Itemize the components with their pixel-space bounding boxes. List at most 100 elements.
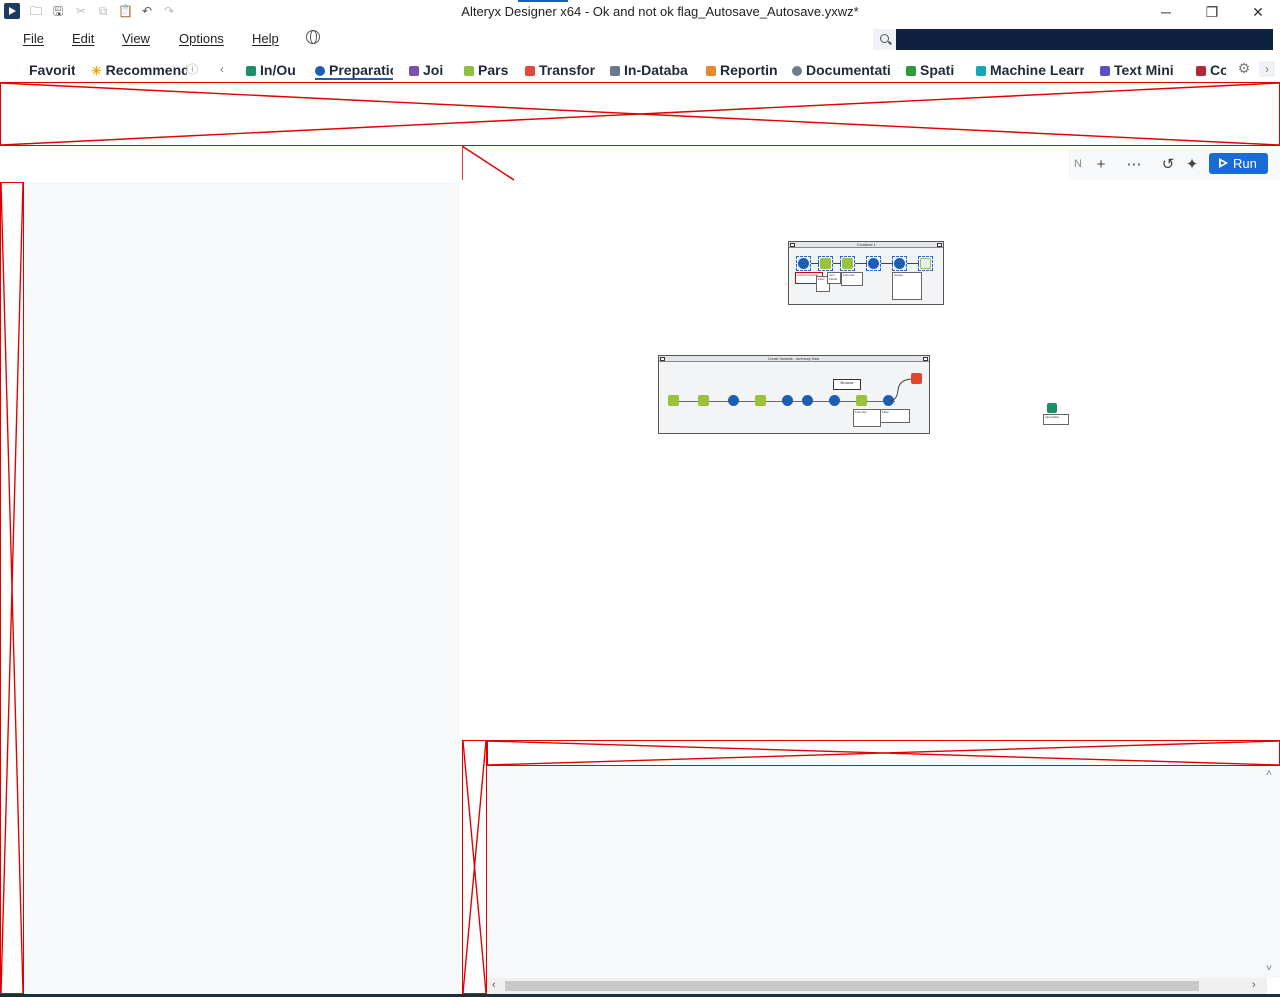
scroll-right-button[interactable]: › <box>1252 979 1256 991</box>
magic-wand-icon[interactable]: ✦ <box>1181 155 1203 175</box>
palette-tab[interactable]: Pars <box>464 60 508 80</box>
palette-tab-icon <box>906 66 916 76</box>
palette-tab-icon <box>525 66 535 76</box>
palette-tab-icon <box>792 66 802 76</box>
canvas-corner-placeholder <box>462 146 515 181</box>
close-button[interactable]: ✕ <box>1235 0 1280 24</box>
tool-annotation: Formula: <box>853 409 881 427</box>
menu-options[interactable]: Options <box>179 31 224 46</box>
add-button[interactable]: + <box>1090 155 1112 175</box>
workflow-container[interactable]: Container 1 Cannot read file Filter: Joi… <box>788 241 944 305</box>
tool-node-icon[interactable] <box>668 395 679 406</box>
tool-annotation: Formula: <box>841 272 863 286</box>
gear-icon[interactable]: ⚙ <box>1236 60 1252 76</box>
tool-annotation: Input Data <box>1043 414 1069 425</box>
title-bar: 🗀 🖫 ✂ ⧉ 📋 ↶ ↷ Alteryx Designer x64 - Ok … <box>0 0 1280 24</box>
palette-tab[interactable]: Spati <box>906 60 958 80</box>
palette-tab[interactable]: In/Ou <box>246 60 298 80</box>
palette-next-button[interactable]: › <box>1259 61 1275 77</box>
palette-tab-label: Documentati <box>806 62 891 78</box>
tool-node-icon[interactable] <box>842 258 853 269</box>
palette-prev-button[interactable]: ‹ <box>214 61 230 77</box>
menu-view[interactable]: View <box>122 31 150 46</box>
search-bar[interactable] <box>873 29 1273 50</box>
window-title: Alteryx Designer x64 - Ok and not ok fla… <box>461 4 859 19</box>
search-icon-area <box>873 29 896 50</box>
scroll-left-button[interactable]: ‹ <box>492 979 496 991</box>
results-header-placeholder <box>487 740 1280 766</box>
palette-tab-icon <box>315 66 325 76</box>
palette-tab-label: Reportin <box>720 62 778 78</box>
history-icon[interactable]: ↺ <box>1157 155 1179 175</box>
workflow-canvas[interactable]: Container 1 Cannot read file Filter: Joi… <box>462 146 1280 740</box>
tool-node-icon[interactable] <box>856 395 867 406</box>
tool-node-icon[interactable] <box>868 258 879 269</box>
tool-node-icon[interactable] <box>894 258 905 269</box>
scroll-down-button[interactable]: ˅ <box>1266 963 1272 974</box>
active-tab-indicator <box>518 0 568 2</box>
container-collapse-icon[interactable] <box>660 357 665 361</box>
menu-edit[interactable]: Edit <box>72 31 94 46</box>
configuration-panel <box>24 182 460 994</box>
container-header: Container 1 <box>789 242 943 248</box>
container-close-icon[interactable] <box>923 357 928 361</box>
tool-annotation: Output <box>892 272 922 300</box>
canvas-toolbar-truncated-label: N <box>1074 158 1082 170</box>
palette-tab[interactable]: Documentati <box>792 60 892 80</box>
palette-tab[interactable]: In-Databa <box>610 60 690 80</box>
container-close-icon[interactable] <box>937 243 942 247</box>
palette-tab-label: Transfor <box>539 62 595 78</box>
palette-tab[interactable]: Text Mini <box>1100 60 1178 80</box>
input-tool-icon[interactable] <box>1047 403 1057 413</box>
palette-tab-label: Preparatio <box>329 62 393 78</box>
results-panel <box>487 766 1280 978</box>
workflow-container[interactable]: Create Variants - Inventory Data Browse … <box>658 355 930 434</box>
more-options-button[interactable]: ⋯ <box>1123 155 1145 175</box>
container-title: Create Variants - Inventory Data <box>768 356 820 361</box>
palette-tab[interactable]: Machine Learr <box>976 60 1084 80</box>
container-header: Create Variants - Inventory Data <box>659 356 929 362</box>
results-sidebar-placeholder <box>462 740 487 994</box>
palette-tab-label: Pars <box>478 62 508 78</box>
palette-tab-label: In-Databa <box>624 62 688 78</box>
menu-help[interactable]: Help <box>252 31 279 46</box>
globe-icon[interactable] <box>306 30 320 44</box>
tool-node-icon[interactable] <box>728 395 739 406</box>
tool-annotation: Join Fields <box>827 272 841 284</box>
tool-node-icon[interactable] <box>798 258 809 269</box>
tool-palette: Favorit ☀ Recommend ⓘ In/Ou Preparatio Joi… <box>0 56 1280 82</box>
canvas-toolbar: N + ⋯ ↺ ✦ Run <box>1068 150 1280 180</box>
tool-node-icon[interactable] <box>698 395 709 406</box>
tool-node-icon[interactable] <box>920 258 931 269</box>
palette-tab-icon <box>409 66 419 76</box>
palette-tab-icon <box>1100 66 1110 76</box>
palette-tab-icon <box>246 66 256 76</box>
restore-button[interactable]: ❐ <box>1189 0 1235 24</box>
palette-tab[interactable]: Transfor <box>525 60 595 80</box>
palette-tab-icon <box>706 66 716 76</box>
sun-icon: ☀ <box>91 64 102 78</box>
container-collapse-icon[interactable] <box>790 243 795 247</box>
palette-tab[interactable]: Joi <box>409 60 447 80</box>
tool-node-icon[interactable] <box>755 395 766 406</box>
info-icon[interactable]: ⓘ <box>187 61 198 77</box>
palette-tab-label: Text Mini <box>1114 62 1174 78</box>
palette-tab[interactable]: Co <box>1196 60 1226 80</box>
palette-tab[interactable]: Preparatio <box>315 60 393 80</box>
scrollbar-thumb[interactable] <box>505 981 1199 991</box>
tool-node-icon[interactable] <box>829 395 840 406</box>
tool-node-icon[interactable] <box>820 258 831 269</box>
minimize-button[interactable]: ─ <box>1143 0 1189 24</box>
tool-node-icon[interactable] <box>782 395 793 406</box>
tab-recommended[interactable]: ☀ Recommend <box>91 60 187 80</box>
palette-tab[interactable]: Reportin <box>706 60 778 80</box>
scroll-up-button[interactable]: ˄ <box>1266 768 1272 779</box>
left-sidebar-placeholder <box>0 182 24 994</box>
tab-favorites[interactable]: Favorit <box>29 60 75 80</box>
palette-tab-icon <box>1196 66 1206 76</box>
tool-node-icon[interactable] <box>802 395 813 406</box>
tab-recommended-label: Recommend <box>105 62 187 78</box>
run-button[interactable]: Run <box>1209 153 1268 174</box>
horizontal-scrollbar[interactable]: ‹ › <box>487 978 1267 994</box>
menu-file[interactable]: File <box>23 31 44 46</box>
